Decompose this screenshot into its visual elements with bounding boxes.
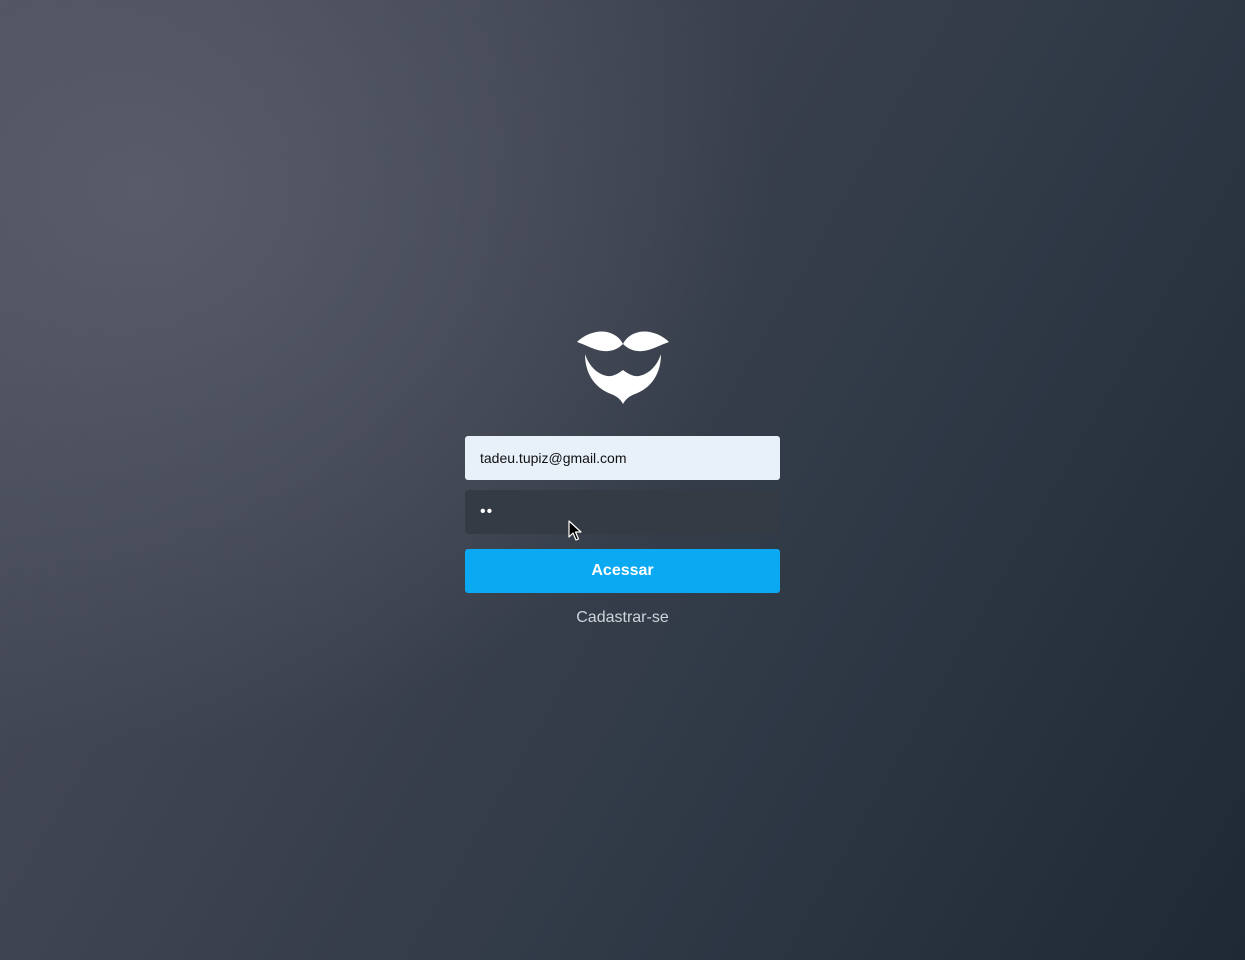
login-form: Acessar Cadastrar-se (465, 330, 780, 627)
password-input[interactable] (465, 490, 780, 534)
login-button[interactable]: Acessar (465, 549, 780, 593)
mouse-pointer-icon (568, 520, 582, 541)
register-link[interactable]: Cadastrar-se (465, 609, 780, 627)
email-input[interactable] (465, 436, 780, 480)
mustache-beard-logo-icon (576, 331, 669, 404)
